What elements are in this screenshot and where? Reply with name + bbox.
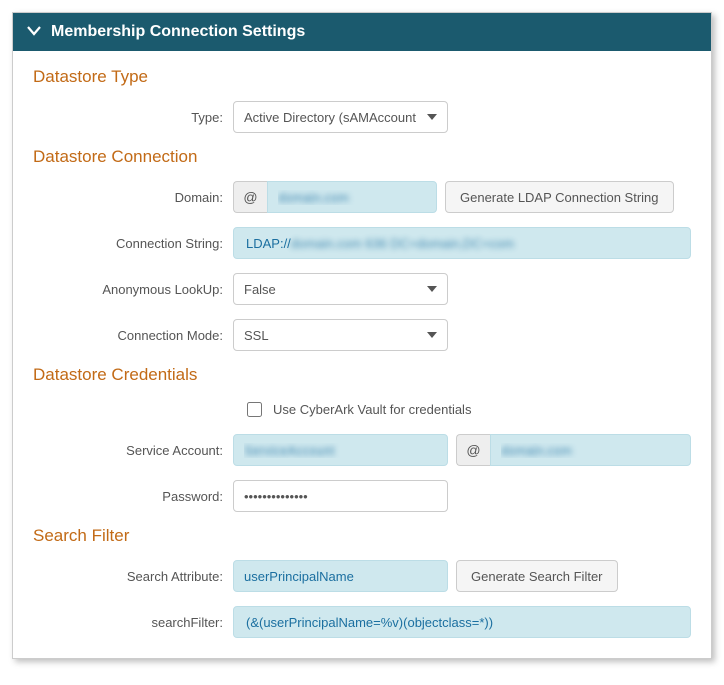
panel-title: Membership Connection Settings: [51, 23, 305, 41]
row-search-attribute: Search Attribute: Generate Search Filter: [33, 560, 691, 592]
label-password: Password:: [33, 489, 233, 504]
generate-search-filter-button[interactable]: Generate Search Filter: [456, 560, 618, 592]
label-cyberark: Use CyberArk Vault for credentials: [273, 402, 471, 417]
domain-input[interactable]: [267, 181, 437, 213]
panel-header[interactable]: Membership Connection Settings: [13, 13, 711, 51]
label-anonymous-lookup: Anonymous LookUp:: [33, 282, 233, 297]
chevron-down-icon: [27, 23, 41, 41]
label-service-account: Service Account:: [33, 443, 233, 458]
row-domain: Domain: @ Generate LDAP Connection Strin…: [33, 181, 691, 213]
label-domain: Domain:: [33, 190, 233, 205]
generate-ldap-button[interactable]: Generate LDAP Connection String: [445, 181, 674, 213]
row-search-filter: searchFilter: (&(userPrincipalName=%v)(o…: [33, 606, 691, 638]
label-connection-mode: Connection Mode:: [33, 328, 233, 343]
section-datastore-type-heading: Datastore Type: [33, 67, 691, 87]
domain-input-group: @: [233, 181, 437, 213]
row-connection-mode: Connection Mode: SSL: [33, 319, 691, 351]
section-search-filter-heading: Search Filter: [33, 526, 691, 546]
label-search-attribute: Search Attribute:: [33, 569, 233, 584]
section-datastore-connection-heading: Datastore Connection: [33, 147, 691, 167]
service-account-input[interactable]: [233, 434, 448, 466]
anonymous-lookup-select[interactable]: False: [233, 273, 448, 305]
connection-string-blurred: domain.com 636 DC=domain,DC=com: [291, 236, 514, 251]
row-service-account: Service Account: @: [33, 434, 691, 466]
row-connection-string: Connection String: LDAP://domain.com 636…: [33, 227, 691, 259]
row-cyberark: Use CyberArk Vault for credentials: [243, 399, 691, 420]
row-password: Password:: [33, 480, 691, 512]
row-type: Type: Active Directory (sAMAccount: [33, 101, 691, 133]
membership-connection-panel: Membership Connection Settings Datastore…: [12, 12, 712, 659]
connection-string-prefix: LDAP://: [246, 236, 291, 251]
section-datastore-credentials-heading: Datastore Credentials: [33, 365, 691, 385]
search-filter-field[interactable]: (&(userPrincipalName=%v)(objectclass=*)): [233, 606, 691, 638]
connection-string-field[interactable]: LDAP://domain.com 636 DC=domain,DC=com: [233, 227, 691, 259]
label-type: Type:: [33, 110, 233, 125]
at-icon: @: [456, 434, 490, 466]
row-anonymous-lookup: Anonymous LookUp: False: [33, 273, 691, 305]
at-icon: @: [233, 181, 267, 213]
search-attribute-input[interactable]: [233, 560, 448, 592]
label-search-filter: searchFilter:: [33, 615, 233, 630]
type-select[interactable]: Active Directory (sAMAccount: [233, 101, 448, 133]
service-account-domain-group: @: [456, 434, 691, 466]
connection-mode-select[interactable]: SSL: [233, 319, 448, 351]
service-account-domain-input[interactable]: [490, 434, 691, 466]
panel-body: Datastore Type Type: Active Directory (s…: [13, 51, 711, 658]
cyberark-checkbox[interactable]: [247, 402, 262, 417]
password-input[interactable]: [233, 480, 448, 512]
label-connection-string: Connection String:: [33, 236, 233, 251]
